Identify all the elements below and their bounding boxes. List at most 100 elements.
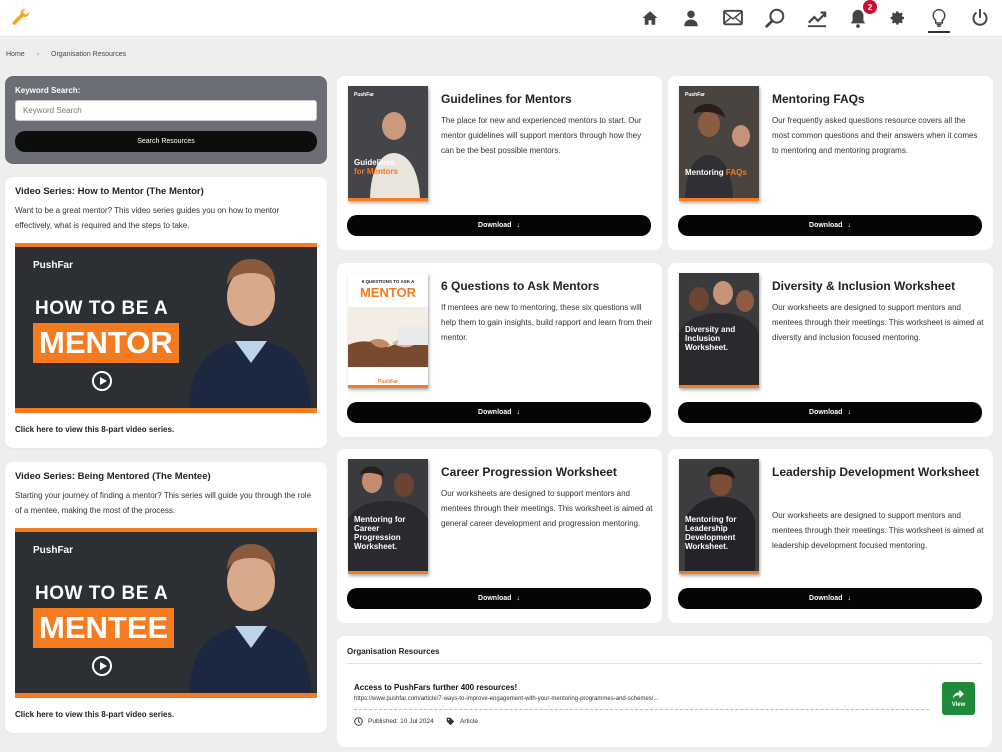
cover-brand: PushFar (685, 92, 706, 98)
view-button[interactable]: View (942, 682, 975, 715)
keyword-search-panel: Keyword Search: Search Resources (5, 76, 327, 164)
handshake-image (348, 307, 428, 367)
organisation-resources-title: Organisation Resources (347, 647, 440, 656)
download-arrow-icon: ↓ (516, 595, 520, 602)
keyword-search-input[interactable] (15, 100, 317, 121)
bell-icon[interactable]: 2 (845, 0, 877, 31)
breadcrumb-home[interactable]: Home (6, 51, 25, 58)
keyword-search-label: Keyword Search: (15, 86, 81, 95)
cover-accent-band (679, 385, 759, 388)
resource-description: Our worksheets are designed to support m… (441, 489, 653, 528)
resource-title: 6 Questions to Ask Mentors (441, 279, 600, 293)
search-resources-button[interactable]: Search Resources (15, 131, 317, 152)
cover-title: Mentoring FAQs (685, 168, 747, 177)
resource-title: Diversity & Inclusion Worksheet (772, 279, 956, 293)
home-icon[interactable] (637, 5, 663, 31)
divider (347, 663, 982, 664)
video-series-title: Video Series: How to Mentor (The Mentor) (15, 186, 204, 197)
video-thumbnail[interactable]: PushFar HOW TO BE A MENTEE (15, 528, 317, 698)
resource-card-career-progression: Mentoring for Career Progression Workshe… (337, 449, 662, 623)
pushfar-logo: PushFar (33, 260, 74, 271)
cover-brand: PushFar (354, 92, 375, 98)
resource-cover-image: Diversity and Inclusion Worksheet. (679, 273, 759, 388)
resource-cover-image: 6 QUESTIONS TO ASK A MENTOR PushFar (348, 273, 428, 388)
video-series-description: Want to be a great mentor? This video se… (15, 206, 280, 230)
pushfar-logo: PushFar (33, 545, 74, 556)
resource-card-six-questions: 6 QUESTIONS TO ASK A MENTOR PushFar 6 Qu… (337, 263, 662, 437)
download-arrow-icon: ↓ (847, 595, 851, 602)
lightbulb-icon[interactable] (926, 5, 952, 31)
published-date: Published: 10 Jul 2024 (368, 718, 434, 725)
resource-title: Mentoring FAQs (772, 92, 865, 106)
play-icon[interactable] (92, 371, 112, 391)
download-arrow-icon: ↓ (847, 222, 851, 229)
cover-title: Mentoring for Leadership Development Wor… (685, 515, 737, 551)
resource-cover-image: PushFar Mentoring FAQs (679, 86, 759, 201)
cover-title: Mentoring for Career Progression Workshe… (354, 515, 406, 551)
organisation-resources-panel: Organisation Resources Access to PushFar… (337, 636, 992, 747)
cover-title: MENTOR (359, 285, 417, 300)
resource-description: The place for new and experienced mentor… (441, 116, 642, 155)
chart-icon[interactable] (804, 5, 830, 31)
video-thumbnail[interactable]: PushFar HOW TO BE A MENTOR (15, 243, 317, 413)
presenter-image (189, 544, 311, 698)
notification-count-badge: 2 (863, 0, 877, 14)
download-button[interactable]: Download ↓ (678, 588, 982, 609)
thumbnail-highlight-word: MENTOR (33, 323, 179, 363)
org-resource-url[interactable]: https://www.pushfar.com/article/7-ways-t… (354, 696, 658, 702)
power-icon[interactable] (967, 5, 993, 31)
resource-cover-image: Mentoring for Leadership Development Wor… (679, 459, 759, 574)
user-icon[interactable] (678, 5, 704, 31)
resource-title: Guidelines for Mentors (441, 92, 572, 106)
cover-accent-band (348, 571, 428, 574)
video-series-link[interactable]: Click here to view this 8-part video ser… (15, 425, 317, 434)
thumbnail-heading: HOW TO BE A (35, 298, 169, 319)
gear-icon[interactable] (885, 5, 911, 31)
play-icon[interactable] (92, 656, 112, 676)
download-button[interactable]: Download ↓ (678, 402, 982, 423)
cover-subtitle: 6 QUESTIONS TO ASK A (361, 279, 415, 284)
divider (354, 709, 929, 710)
resource-tag: Article (459, 718, 479, 725)
download-button[interactable]: Download ↓ (347, 215, 651, 236)
cover-accent-band (679, 198, 759, 201)
org-resource-title[interactable]: Access to PushFars further 400 resources… (354, 683, 517, 692)
cover-title: Guidelines for Mentors (354, 158, 398, 176)
wrench-icon[interactable] (10, 6, 34, 30)
download-arrow-icon: ↓ (847, 409, 851, 416)
resource-card-diversity-inclusion: Diversity and Inclusion Worksheet. Diver… (668, 263, 993, 437)
tag-icon (446, 717, 455, 726)
download-button[interactable]: Download ↓ (347, 402, 651, 423)
breadcrumb: Home › Organisation Resources (6, 51, 126, 58)
search-icon[interactable] (762, 5, 788, 31)
presenter-image (189, 259, 311, 413)
video-series-title: Video Series: Being Mentored (The Mentee… (15, 471, 211, 482)
thumbnail-highlight-word: MENTEE (33, 608, 175, 648)
thumbnail-accent-band (15, 693, 317, 698)
clock-icon (354, 717, 363, 726)
video-series-mentor-card: Video Series: How to Mentor (The Mentor)… (5, 177, 327, 448)
thumbnail-accent-band (15, 408, 317, 413)
resource-description: Our worksheets are designed to support m… (772, 511, 984, 550)
download-button[interactable]: Download ↓ (678, 215, 982, 236)
active-nav-indicator (928, 31, 950, 33)
download-button[interactable]: Download ↓ (347, 588, 651, 609)
video-series-mentee-card: Video Series: Being Mentored (The Mentee… (5, 462, 327, 733)
resource-cover-image: Mentoring for Career Progression Workshe… (348, 459, 428, 574)
resource-title: Leadership Development Worksheet (772, 465, 980, 479)
breadcrumb-current: Organisation Resources (51, 51, 127, 58)
meta-separator: · (438, 718, 441, 725)
org-resource-meta: Published: 10 Jul 2024 · Article (354, 717, 478, 726)
resource-cover-image: PushFar Guidelines for Mentors (348, 86, 428, 201)
cover-accent-band (679, 571, 759, 574)
top-navigation-bar: 2 (0, 0, 1002, 37)
cover-accent-band (348, 385, 428, 388)
resource-card-leadership-development: Mentoring for Leadership Development Wor… (668, 449, 993, 623)
view-button-label: View (951, 702, 966, 708)
resource-description: Our worksheets are designed to support m… (772, 303, 984, 342)
mail-icon[interactable] (720, 5, 746, 31)
video-series-link[interactable]: Click here to view this 8-part video ser… (15, 710, 317, 719)
download-arrow-icon: ↓ (516, 409, 520, 416)
resource-description: Our frequently asked questions resource … (772, 116, 978, 155)
video-series-description: Starting your journey of finding a mento… (15, 491, 312, 515)
